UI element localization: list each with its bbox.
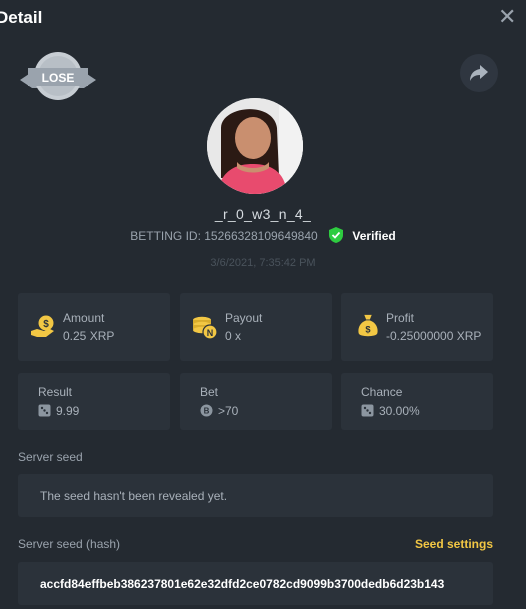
server-seed-hash-label: Server seed (hash) [18, 537, 121, 551]
svg-text:N: N [207, 328, 214, 338]
lose-badge-text: LOSE [42, 71, 75, 85]
svg-text:B: B [204, 407, 210, 416]
result-value-row: 9.99 [38, 404, 79, 418]
lose-badge: LOSE [18, 50, 98, 104]
betting-id-value: 1526632810964984​0 [204, 229, 318, 243]
chance-value: 30.00% [379, 404, 420, 418]
result-value: 9.99 [56, 404, 80, 418]
server-seed-hash-value: accfd84effbeb386237801e62e32dfd2ce0782cd… [40, 577, 445, 591]
profit-value: -0.25000000 XRP [386, 329, 482, 343]
dice-icon [38, 404, 51, 417]
result-card: Result 9.99 [18, 373, 170, 430]
server-seed-box: The seed hasn't been revealed yet. [18, 474, 493, 517]
share-button[interactable] [460, 54, 498, 92]
close-icon[interactable]: ✕ [498, 6, 516, 28]
server-seed-message: The seed hasn't been revealed yet. [40, 489, 228, 503]
result-label: Result [38, 385, 73, 399]
payout-value: 0 x [225, 329, 242, 343]
bet-date: 3/6/2021, 7:35:42 PM [210, 257, 316, 269]
amount-card: $ Amount 0.25 XRP [18, 293, 170, 361]
coin-stack-icon: N [193, 316, 218, 340]
money-bag-icon: $ [358, 314, 378, 337]
server-seed-hash-box[interactable]: accfd84effbeb386237801e62e32dfd2ce0782cd… [18, 562, 493, 605]
bet-card: Bet B >70 [180, 373, 332, 430]
player-avatar [207, 98, 303, 194]
svg-text:$: $ [43, 319, 49, 330]
bet-value-row: B >70 [200, 404, 238, 418]
svg-text:$: $ [365, 325, 371, 335]
server-seed-label: Server seed [18, 450, 83, 464]
dialog-title: Detail [0, 8, 43, 27]
payout-label: Payout [225, 311, 263, 325]
dice-icon [361, 404, 374, 417]
profit-label: Profit [386, 311, 415, 325]
bet-detail-dialog: Detail ✕ LOSE _r_0_w3_n_4_ BETTING ID: 1… [0, 0, 526, 609]
amount-label: Amount [63, 311, 105, 325]
coin-hand-icon: $ [31, 315, 54, 337]
seed-settings-link[interactable]: Seed settings [415, 537, 493, 551]
betting-id-label: BETTING ID: [130, 229, 201, 243]
share-icon [470, 65, 488, 81]
profit-card: $ Profit -0.25000000 XRP [341, 293, 493, 361]
chance-value-row: 30.00% [361, 404, 420, 418]
chance-label: Chance [361, 385, 403, 399]
bet-label: Bet [200, 385, 219, 399]
amount-value: 0.25 XRP [63, 329, 115, 343]
verified-shield-icon [329, 227, 344, 243]
payout-card: N Payout 0 x [180, 293, 332, 361]
chance-card: Chance 30.00% [341, 373, 493, 430]
betting-id-row: BETTING ID: 1526632810964984​0 Verified [0, 227, 526, 243]
verified-label: Verified [352, 229, 396, 243]
bet-value: >70 [218, 404, 239, 418]
player-username: _r_0_w3_n_4_ [214, 206, 312, 222]
coin-icon: B [200, 404, 213, 417]
